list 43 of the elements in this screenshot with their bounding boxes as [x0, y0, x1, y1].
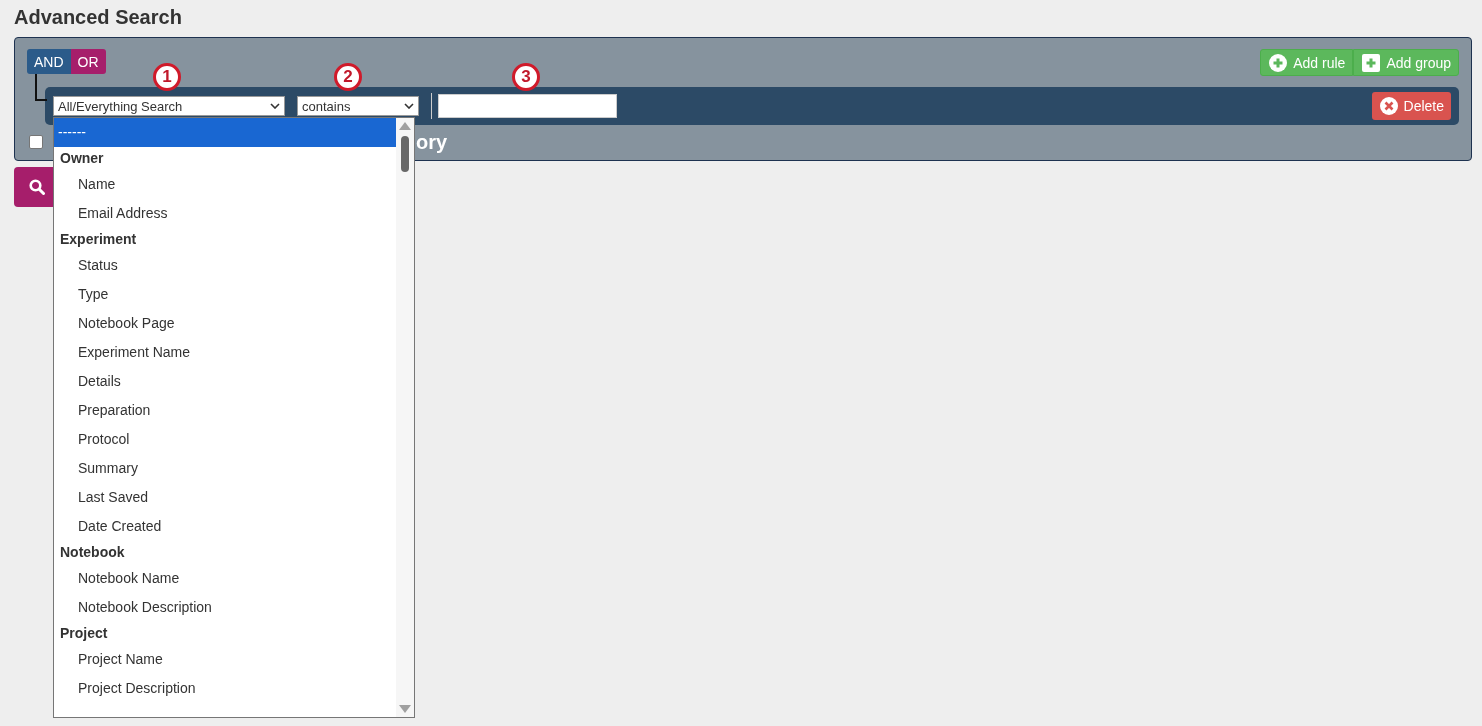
option-group-label: Project [59, 624, 109, 643]
scroll-up-icon[interactable] [399, 122, 411, 130]
plus-circle-icon [1269, 53, 1288, 72]
condition-toggle[interactable]: OR [70, 49, 106, 74]
dropdown-option[interactable]: Protocol [54, 425, 396, 454]
close-icon [1379, 97, 1398, 115]
scroll-thumb[interactable] [401, 136, 409, 172]
checkbox-label: ory [416, 130, 448, 154]
condition-toggle[interactable]: AND [27, 49, 71, 74]
dropdown-option[interactable]: Email Address [54, 199, 396, 228]
plus-square-icon [1362, 53, 1381, 72]
chevron-icon [404, 103, 414, 109]
dropdown-option[interactable]: Status [54, 251, 396, 280]
option-group-label: Owner [59, 149, 105, 168]
dropdown-option[interactable]: Summary [54, 454, 396, 483]
dropdown-option[interactable]: Notebook Page [54, 309, 396, 338]
page-title: Advanced Search [14, 5, 183, 30]
dropdown-option[interactable]: Project Name [54, 645, 396, 674]
dropdown-option[interactable]: Date Created [54, 512, 396, 541]
scroll-down-icon[interactable] [399, 705, 411, 713]
delete-button[interactable]: Delete [1371, 92, 1451, 120]
step-number: 3 [512, 63, 540, 91]
option-group-label: Notebook [59, 543, 126, 562]
dropdown-option[interactable]: Experiment Name [54, 338, 396, 367]
option-group-label: Experiment [59, 230, 138, 249]
chevron-icon [270, 103, 280, 109]
dropdown-option[interactable]: Last Saved [54, 483, 396, 512]
dropdown-option[interactable]: Project Description [54, 674, 396, 703]
dropdown-option[interactable]: Preparation [54, 396, 396, 425]
search-icon [29, 179, 45, 195]
dropdown-option[interactable]: Notebook Description [54, 593, 396, 622]
dropdown-option[interactable]: Details [54, 367, 396, 396]
dropdown-option[interactable]: Type [54, 280, 396, 309]
dropdown-option[interactable]: Notebook Name [54, 564, 396, 593]
checkbox[interactable] [29, 135, 43, 149]
step-number: 1 [153, 63, 181, 91]
scrollbar[interactable] [396, 118, 414, 717]
operator-select[interactable]: contains [297, 96, 419, 116]
field-select[interactable]: All/Everything Search [53, 96, 285, 116]
dropdown-option[interactable]: ------ [54, 118, 396, 147]
value-input[interactable] [438, 94, 617, 118]
dropdown-option[interactable]: Name [54, 170, 396, 199]
step-number: 2 [334, 63, 362, 91]
